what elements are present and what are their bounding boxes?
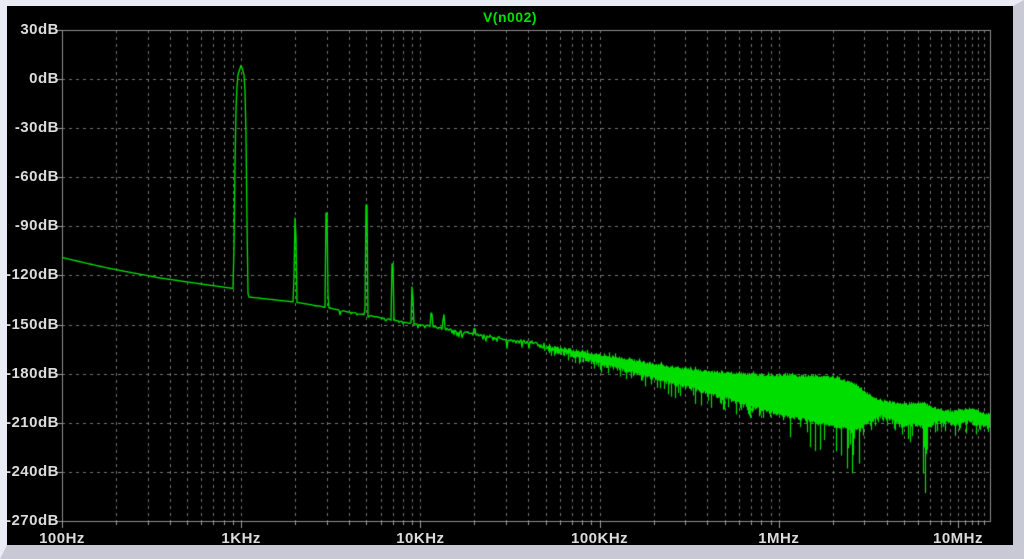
x-axis-label: 1MHz — [734, 531, 824, 547]
y-axis-label: -150dB — [3, 317, 59, 333]
x-axis-label: 100KHz — [555, 531, 645, 547]
y-axis-label: -240dB — [3, 464, 59, 480]
x-axis-label: 100Hz — [17, 531, 107, 547]
x-axis-label: 10KHz — [375, 531, 465, 547]
y-axis-label: -210dB — [3, 415, 59, 431]
y-axis-label: -30dB — [3, 120, 59, 136]
fft-plot-canvas[interactable] — [7, 6, 1013, 545]
y-axis-label: 0dB — [3, 71, 59, 87]
y-axis-label: -120dB — [3, 267, 59, 283]
y-axis-label: 30dB — [3, 22, 59, 38]
plot-window: V(n002) 30dB0dB-30dB-60dB-90dB-120dB-150… — [0, 0, 1024, 559]
y-axis-label: -180dB — [3, 366, 59, 382]
y-axis-label: -90dB — [3, 218, 59, 234]
x-axis-label: 1KHz — [196, 531, 286, 547]
y-axis-label: -60dB — [3, 169, 59, 185]
x-axis-label: 10MHz — [913, 531, 1003, 547]
y-axis-label: -270dB — [3, 513, 59, 529]
